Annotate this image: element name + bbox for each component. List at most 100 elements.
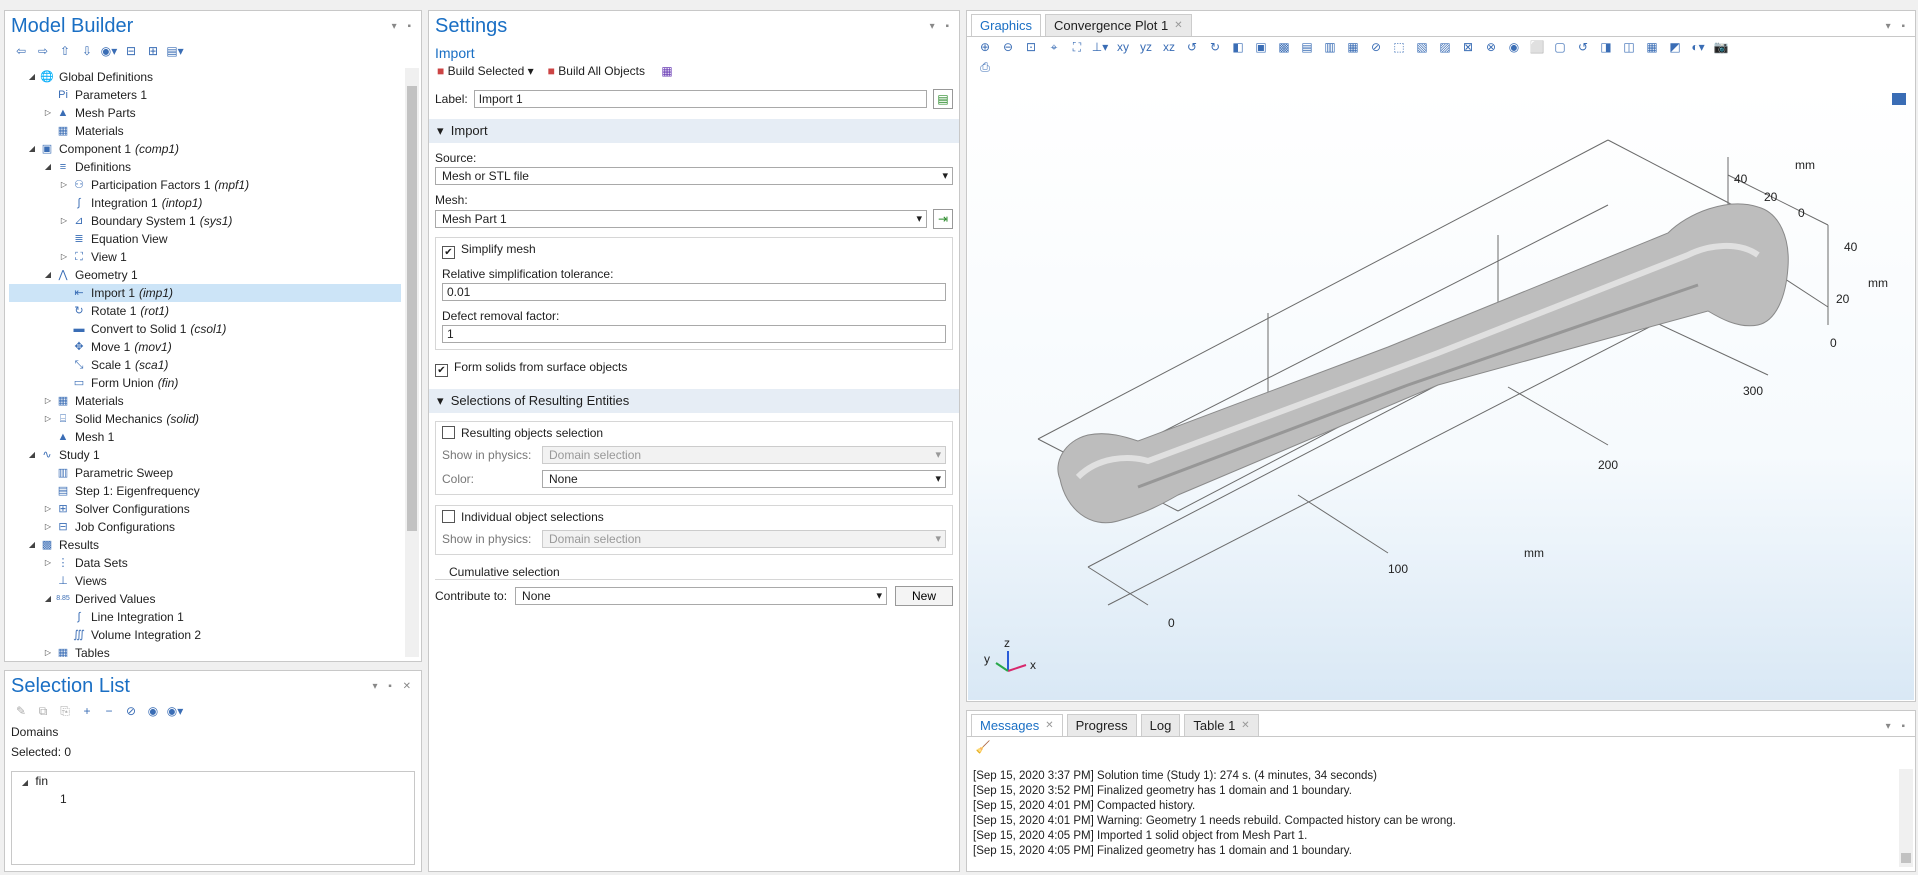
rotate-right-icon[interactable]: ↻ xyxy=(1207,39,1223,55)
panel-menu-icon[interactable]: ▾ ▪ xyxy=(1886,721,1909,732)
tree-item[interactable]: ∭ Volume Integration 2 xyxy=(9,626,401,644)
expand-icon[interactable]: ▷ xyxy=(41,500,55,518)
move-down-icon[interactable]: ⇩ xyxy=(79,43,95,59)
tree-item[interactable]: Pi Parameters 1 xyxy=(9,86,401,104)
transparency-icon[interactable]: ▢ xyxy=(1552,39,1568,55)
contribute-select[interactable]: None xyxy=(515,587,887,605)
tree-item[interactable]: ▷ ⛶ View 1 xyxy=(9,248,401,266)
clear-selection-icon[interactable]: ⊠ xyxy=(1460,39,1476,55)
xz-view-icon[interactable]: xz xyxy=(1161,39,1177,55)
messages-scrollbar-thumb[interactable] xyxy=(1901,853,1911,863)
tree-item[interactable]: ∫ Line Integration 1 xyxy=(9,608,401,626)
zoom-out-icon[interactable]: ⊖ xyxy=(1000,39,1016,55)
zoom-extents-icon[interactable]: ⛶ xyxy=(1069,39,1085,55)
yz-view-icon[interactable]: yz xyxy=(1138,39,1154,55)
checkbox-checked-icon[interactable]: ✔ xyxy=(435,364,448,377)
canvas-options-icon[interactable] xyxy=(1892,93,1906,105)
deselect-icon[interactable]: ⊘ xyxy=(1368,39,1384,55)
tab-messages[interactable]: Messages ✕ xyxy=(971,714,1063,736)
individual-objects-checkbox[interactable]: Individual object selections xyxy=(442,510,946,524)
tree-item[interactable]: ◢ ≡ Definitions xyxy=(9,158,401,176)
show-hidden-icon[interactable]: ◉ xyxy=(1506,39,1522,55)
tab-graphics[interactable]: Graphics xyxy=(971,14,1042,36)
scene-light-icon[interactable]: ◫ xyxy=(1621,39,1637,55)
print-icon[interactable]: ⎙ xyxy=(977,59,993,75)
zoom-in-icon[interactable]: ⊕ xyxy=(977,39,993,55)
show-icon[interactable]: ◉▾ xyxy=(101,43,118,59)
reset-icon[interactable]: ↺ xyxy=(1575,39,1591,55)
graphics-canvas[interactable]: 0 100 200 mm 300 mm 40 20 0 40 20 mm 0 z… xyxy=(968,85,1914,700)
expand-icon[interactable]: ◢ xyxy=(18,778,32,787)
tree-item[interactable]: ▷ ⊿ Boundary System 1 (sys1) xyxy=(9,212,401,230)
tree-item[interactable]: ▲ Mesh 1 xyxy=(9,428,401,446)
build-graphics-icon[interactable]: ▦ xyxy=(659,63,675,79)
tab-progress[interactable]: Progress xyxy=(1066,714,1137,736)
build-selected-button[interactable]: ■ Build Selected ▾ xyxy=(437,64,534,78)
tree-item[interactable]: ▷ ⊟ Job Configurations xyxy=(9,518,401,536)
tree-item[interactable]: ◢ ▣ Component 1 (comp1) xyxy=(9,140,401,158)
checkbox-checked-icon[interactable]: ✔ xyxy=(442,246,455,259)
tree-item[interactable]: ▬ Convert to Solid 1 (csol1) xyxy=(9,320,401,338)
expand-icon[interactable]: ▷ xyxy=(41,644,55,657)
expand-icon[interactable]: ▷ xyxy=(41,104,55,122)
tree-scrollbar-thumb[interactable] xyxy=(407,86,417,531)
collapse-icon[interactable]: ◢ xyxy=(25,446,39,464)
selection-tree-child[interactable]: 1 xyxy=(12,790,414,808)
invert-selection-icon[interactable]: ▨ xyxy=(1437,39,1453,55)
expand-icon[interactable]: ▷ xyxy=(57,176,71,194)
hide-icon[interactable]: ⊘ xyxy=(123,703,139,719)
source-select[interactable]: Mesh or STL file xyxy=(435,167,953,185)
form-solids-checkbox[interactable]: ✔ Form solids from surface objects xyxy=(429,350,959,377)
tree-item[interactable]: ⊥ Views xyxy=(9,572,401,590)
zoom-selected-icon[interactable]: ⌖ xyxy=(1046,39,1062,55)
tree-item[interactable]: ▷ ⊞ Solver Configurations xyxy=(9,500,401,518)
label-edit-icon[interactable]: ▤ xyxy=(933,89,953,109)
grid-icon[interactable]: ▦ xyxy=(1644,39,1660,55)
tolerance-input[interactable]: 0.01 xyxy=(442,283,946,301)
tree-item[interactable]: ▷ ▲ Mesh Parts xyxy=(9,104,401,122)
tab-convergence-plot[interactable]: Convergence Plot 1 ✕ xyxy=(1045,14,1192,36)
select-points-icon[interactable]: ▦ xyxy=(1345,39,1361,55)
forward-icon[interactable]: ⇨ xyxy=(35,43,51,59)
screenshot-icon[interactable]: 📷 xyxy=(1713,39,1729,55)
select-all-icon[interactable]: ▧ xyxy=(1414,39,1430,55)
go-to-source-icon[interactable]: ⇥ xyxy=(933,209,953,229)
panel-menu-icon[interactable]: ▾ ▪ xyxy=(930,21,953,32)
tree-item[interactable]: ⇤ Import 1 (imp1) xyxy=(9,284,401,302)
remove-icon[interactable]: − xyxy=(101,703,117,719)
visibility-icon[interactable]: ◉ xyxy=(145,703,161,719)
collapse-icon[interactable]: ◢ xyxy=(41,266,55,284)
collapse-icon[interactable]: ◢ xyxy=(25,536,39,554)
checkbox-unchecked-icon[interactable] xyxy=(442,426,455,439)
resulting-objects-checkbox[interactable]: Resulting objects selection xyxy=(442,426,946,440)
expand-all-icon[interactable]: ⊞ xyxy=(145,43,161,59)
panel-menu-icon[interactable]: ▾ ▪ ✕ xyxy=(373,681,416,692)
defect-input[interactable]: 1 xyxy=(442,325,946,343)
select-objects-icon[interactable]: ▣ xyxy=(1253,39,1269,55)
tab-table[interactable]: Table 1 ✕ xyxy=(1184,714,1259,736)
tree-item[interactable]: ◢ ⋀ Geometry 1 xyxy=(9,266,401,284)
rotate-left-icon[interactable]: ↺ xyxy=(1184,39,1200,55)
tree-item[interactable]: ≣ Equation View xyxy=(9,230,401,248)
tree-item[interactable]: ↻ Rotate 1 (rot1) xyxy=(9,302,401,320)
close-icon[interactable]: ✕ xyxy=(1045,720,1053,731)
tree-item[interactable]: ∫ Integration 1 (intop1) xyxy=(9,194,401,212)
collapse-icon[interactable]: ◢ xyxy=(41,158,55,176)
build-all-button[interactable]: ■ Build All Objects xyxy=(548,64,645,78)
collapse-icon[interactable]: ◢ xyxy=(41,590,55,608)
select-box-icon[interactable]: ⬚ xyxy=(1391,39,1407,55)
tree-item[interactable]: ▦ Materials xyxy=(9,122,401,140)
collapse-all-icon[interactable]: ⊟ xyxy=(123,43,139,59)
expand-icon[interactable]: ▷ xyxy=(41,554,55,572)
tree-item[interactable]: ▷ ⚇ Participation Factors 1 (mpf1) xyxy=(9,176,401,194)
tree-item[interactable]: ▷ ⋮ Data Sets xyxy=(9,554,401,572)
clear-messages-icon[interactable]: 🧹 xyxy=(975,739,991,755)
move-up-icon[interactable]: ⇧ xyxy=(57,43,73,59)
tree-item[interactable]: ▭ Form Union (fin) xyxy=(9,374,401,392)
label-input[interactable]: Import 1 xyxy=(473,90,927,108)
panel-menu-icon[interactable]: ▾ ▪ xyxy=(392,21,415,32)
expand-icon[interactable]: ▷ xyxy=(41,392,55,410)
collapse-icon[interactable]: ◢ xyxy=(25,68,39,86)
import-section-header[interactable]: ▾ Import xyxy=(429,119,959,143)
new-button[interactable]: New xyxy=(895,586,953,606)
